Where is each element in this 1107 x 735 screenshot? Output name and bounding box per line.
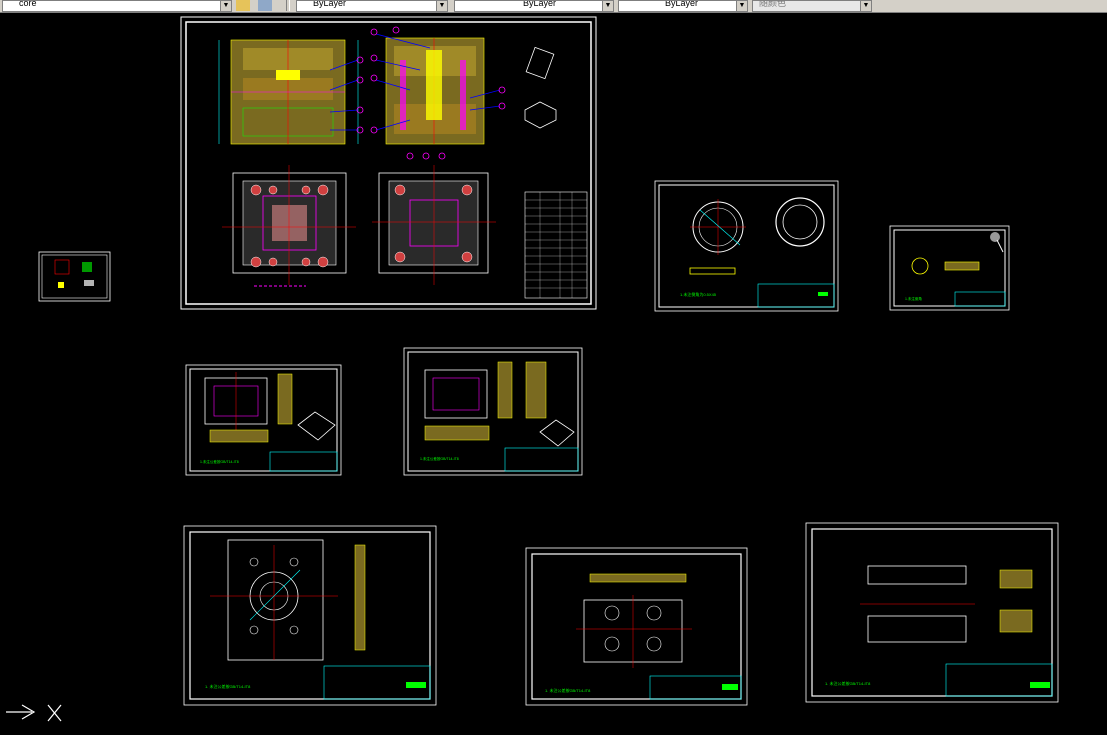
ejector-plate-note: 1. 未注公差按GB/T14-IT8 bbox=[825, 680, 871, 686]
ring-part-drawing[interactable]: 1.未注倒角为0.5X45 bbox=[654, 180, 839, 312]
chevron-down-icon[interactable]: ▼ bbox=[220, 1, 231, 11]
core-plate-drawing[interactable]: 1.未注公差按GB/T14-IT8 bbox=[403, 347, 583, 476]
cavity-plate-drawing[interactable]: 1.未注公差按GB/T14-IT8 bbox=[185, 364, 342, 476]
ejector-plate-drawing[interactable]: 1. 未注公差按GB/T14-IT8 bbox=[805, 522, 1059, 703]
ucs-icon bbox=[6, 704, 62, 722]
plotstyle-dropdown-value: 随颜色 bbox=[759, 0, 787, 8]
chevron-down-icon[interactable]: ▼ bbox=[860, 1, 871, 11]
clamp-plate-note: 1. 未注公差按GB/T14-IT8 bbox=[205, 683, 251, 689]
support-plate-drawing[interactable]: 1. 未注公差按GB/T14-IT8 bbox=[525, 547, 748, 706]
small-part-note: 1.未注倒角 bbox=[905, 296, 922, 301]
linetype-dropdown[interactable]: ByLayer ▼ bbox=[454, 0, 614, 12]
chevron-down-icon[interactable]: ▼ bbox=[436, 1, 447, 11]
model-space-canvas[interactable]: 1.未注倒角为0.5X45 1.未注倒角 1.未注公差按GB/T14-IT8 1… bbox=[0, 12, 1107, 735]
chevron-down-icon[interactable]: ▼ bbox=[736, 1, 747, 11]
toolbar-separator bbox=[286, 0, 290, 11]
plotstyle-dropdown[interactable]: 随颜色 ▼ bbox=[752, 0, 872, 12]
layer-dropdown-value: core bbox=[19, 0, 37, 8]
chevron-down-icon[interactable]: ▼ bbox=[602, 1, 613, 11]
make-layer-current-icon[interactable] bbox=[236, 0, 250, 11]
lineweight-dropdown-value: ByLayer bbox=[665, 0, 699, 8]
color-dropdown[interactable]: ByLayer ▼ bbox=[296, 0, 448, 12]
small-sheet-thumbnail[interactable] bbox=[38, 251, 111, 302]
lineweight-dropdown[interactable]: ByLayer ▼ bbox=[618, 0, 748, 12]
support-plate-note: 1. 未注公差按GB/T14-IT8 bbox=[545, 687, 591, 693]
color-dropdown-value: ByLayer bbox=[313, 0, 347, 8]
layer-dropdown[interactable]: core ▼ bbox=[2, 0, 232, 12]
layer-previous-icon[interactable] bbox=[258, 0, 272, 11]
core-plate-note: 1.未注公差按GB/T14-IT8 bbox=[420, 456, 459, 461]
linetype-dropdown-value: ByLayer bbox=[523, 0, 557, 8]
clamp-plate-drawing[interactable]: 1. 未注公差按GB/T14-IT8 bbox=[183, 525, 437, 706]
small-part-drawing[interactable]: 1.未注倒角 bbox=[889, 225, 1010, 311]
cavity-plate-note: 1.未注公差按GB/T14-IT8 bbox=[200, 459, 239, 464]
assembly-drawing[interactable] bbox=[180, 16, 597, 310]
ring-part-note: 1.未注倒角为0.5X45 bbox=[680, 291, 717, 297]
